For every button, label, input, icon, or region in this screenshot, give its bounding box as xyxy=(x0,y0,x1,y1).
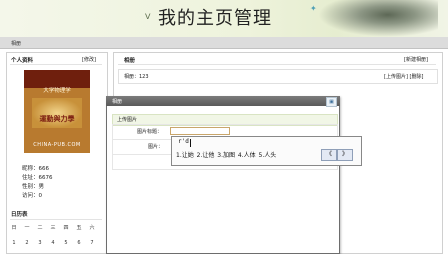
avatar-line-1: 大学物理学 xyxy=(43,88,71,94)
calendar-heading: 日历表 xyxy=(11,212,28,218)
dialog-close-button[interactable]: ▣ xyxy=(326,97,337,107)
butterfly-icon: ✦ xyxy=(310,4,317,13)
album-heading: 相册 xyxy=(124,58,136,64)
calendar-day[interactable]: 5 xyxy=(60,240,72,246)
ime-composition: r'd xyxy=(178,138,189,145)
dialog-title: 相册 xyxy=(112,99,123,105)
weekday-sat: 六 xyxy=(89,225,95,231)
profile-gender: 性别：男 xyxy=(22,184,45,190)
ime-prev-page-button[interactable]: 《 xyxy=(321,149,337,161)
weekday-tue: 二 xyxy=(37,225,43,231)
nav-link-album[interactable]: 相册 xyxy=(11,40,21,47)
picture-file-label: 图片： xyxy=(148,144,164,150)
profile-edit-link[interactable]: [修改] xyxy=(82,56,96,63)
ime-candidates[interactable]: 1.让她 2.让他 3.加图 4.人体 5.人头 xyxy=(176,150,276,159)
avatar-line-3: CHINA-PUB.COM xyxy=(33,142,81,148)
picture-title-label: 图片标题： xyxy=(137,129,163,135)
dialog-titlebar[interactable] xyxy=(106,96,340,106)
divider xyxy=(10,219,102,220)
page-title: 我的主页管理 xyxy=(158,8,272,29)
weekday-fri: 五 xyxy=(76,225,82,231)
avatar: 大学物理学 運動與力學 CHINA-PUB.COM xyxy=(24,70,90,153)
ime-next-page-button[interactable]: 》 xyxy=(337,149,353,161)
calendar-day[interactable]: 3 xyxy=(34,240,46,246)
bird-icon: ᐯ xyxy=(145,12,151,21)
weekday-mon: 一 xyxy=(24,225,30,231)
new-album-link[interactable]: [新建相册] xyxy=(404,56,428,63)
divider xyxy=(10,64,102,65)
divider xyxy=(118,64,436,65)
profile-heading: 个人资料 xyxy=(11,58,34,64)
profile-visits: 访问：0 xyxy=(22,193,42,199)
weekday-thu: 四 xyxy=(63,225,69,231)
weekday-sun: 日 xyxy=(11,225,17,231)
profile-nickname: 昵称：666 xyxy=(22,166,49,172)
calendar-day[interactable]: 4 xyxy=(47,240,59,246)
album-actions-links[interactable]: [上传图片] [删除] xyxy=(384,73,423,80)
album-name: 相册：123 xyxy=(124,74,149,80)
calendar-day[interactable]: 2 xyxy=(21,240,33,246)
upload-section-title: 上传图片 xyxy=(117,117,138,123)
weekday-wed: 三 xyxy=(50,225,56,231)
ink-painting-decoration xyxy=(318,0,438,37)
profile-address: 住址：6676 xyxy=(22,175,53,181)
calendar-day[interactable]: 6 xyxy=(73,240,85,246)
picture-title-input[interactable] xyxy=(170,127,230,135)
calendar-day[interactable]: 1 xyxy=(8,240,20,246)
calendar-day[interactable]: 7 xyxy=(86,240,98,246)
avatar-line-2: 運動與力學 xyxy=(39,115,75,123)
text-cursor xyxy=(190,139,191,147)
nav-bar xyxy=(0,37,448,49)
